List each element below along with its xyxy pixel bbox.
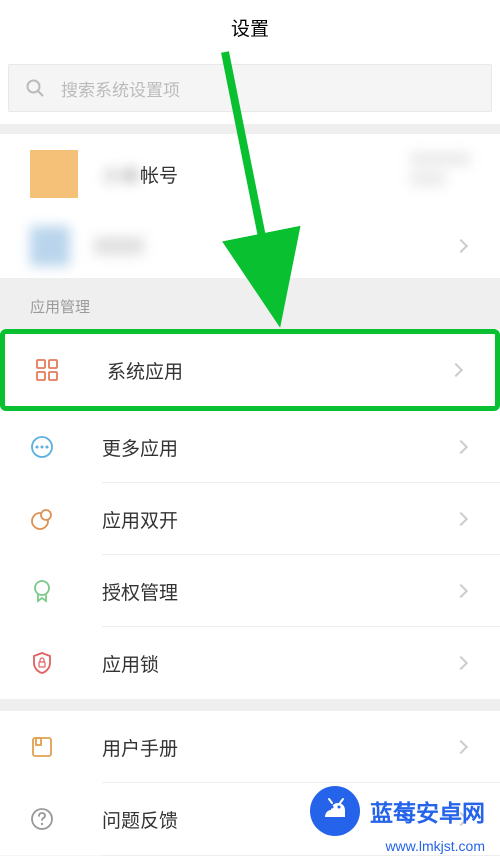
watermark-name: 蓝莓安卓网 xyxy=(370,794,485,828)
page-title: 设置 xyxy=(231,14,269,41)
menu-label: 应用锁 xyxy=(102,650,456,677)
apps-grid-icon xyxy=(35,358,59,382)
watermark-url: www.lmkjst.com xyxy=(385,838,485,854)
menu-label: 系统应用 xyxy=(107,357,451,384)
more-icon xyxy=(30,435,54,459)
manual-icon xyxy=(30,735,54,759)
chevron-right-icon xyxy=(454,512,468,526)
chevron-right-icon xyxy=(454,656,468,670)
gap xyxy=(0,699,500,711)
account-section: 小米帐号 xyxy=(0,134,500,278)
chevron-right-icon xyxy=(454,440,468,454)
menu-item-app-lock[interactable]: 应用锁 xyxy=(0,627,500,699)
menu-label: 用户手册 xyxy=(102,734,456,761)
avatar xyxy=(30,150,78,198)
badge-icon xyxy=(30,579,54,603)
gap xyxy=(0,124,500,134)
chevron-right-icon xyxy=(454,239,468,253)
lock-shield-icon xyxy=(30,651,54,675)
dual-icon xyxy=(30,507,54,531)
watermark-logo xyxy=(310,786,360,836)
avatar xyxy=(30,226,70,266)
menu-label: 更多应用 xyxy=(102,434,456,461)
account-row-1[interactable]: 小米帐号 xyxy=(0,134,500,214)
section-header-apps: 应用管理 xyxy=(0,278,500,329)
search-box[interactable]: 搜索系统设置项 xyxy=(8,64,492,112)
chevron-right-icon xyxy=(454,740,468,754)
search-container: 搜索系统设置项 xyxy=(0,54,500,124)
account-row-2[interactable] xyxy=(0,214,500,278)
search-placeholder: 搜索系统设置项 xyxy=(61,76,180,101)
account-label-blur xyxy=(94,237,144,255)
blurred-value xyxy=(410,152,470,192)
menu-item-user-manual[interactable]: 用户手册 xyxy=(0,711,500,783)
menu-list-apps: 系统应用 更多应用 应用双开 xyxy=(0,329,500,699)
menu-item-auth-management[interactable]: 授权管理 xyxy=(0,555,500,627)
account-label: 小米帐号 xyxy=(102,161,178,188)
watermark: 蓝莓安卓网 xyxy=(310,786,485,836)
chevron-right-icon xyxy=(454,584,468,598)
menu-item-app-dual[interactable]: 应用双开 xyxy=(0,483,500,555)
menu-item-system-apps[interactable]: 系统应用 xyxy=(0,329,500,411)
page-header: 设置 xyxy=(0,0,500,54)
menu-label: 授权管理 xyxy=(102,578,456,605)
help-icon xyxy=(30,807,54,831)
search-icon xyxy=(25,78,45,98)
chevron-right-icon xyxy=(449,363,463,377)
menu-label: 应用双开 xyxy=(102,506,456,533)
menu-item-more-apps[interactable]: 更多应用 xyxy=(0,411,500,483)
